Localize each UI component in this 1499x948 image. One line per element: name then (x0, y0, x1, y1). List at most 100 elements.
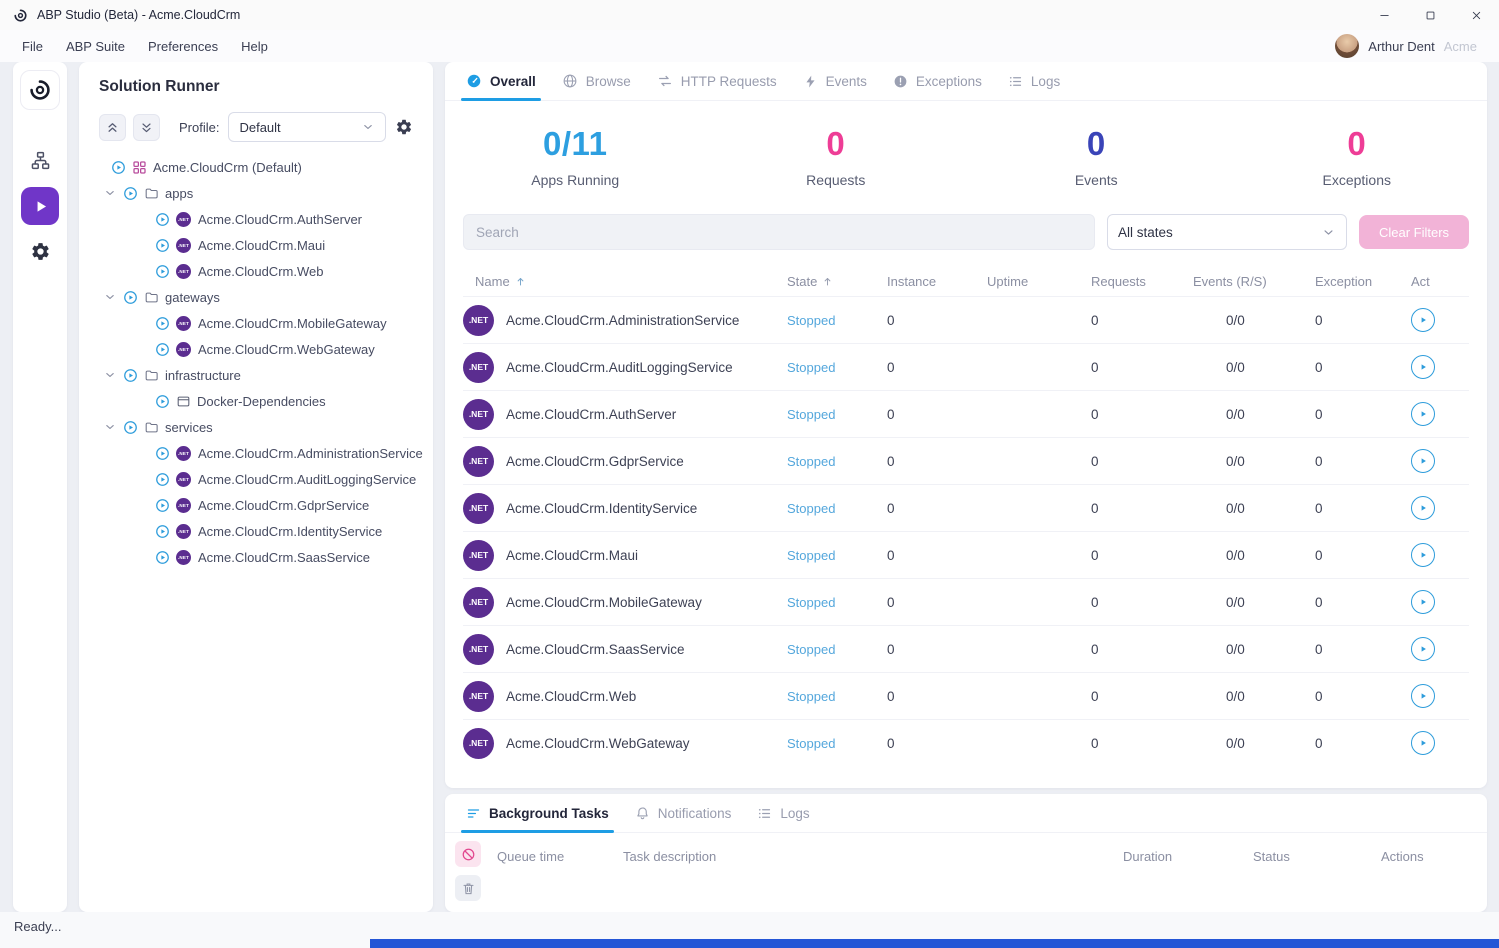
run-app-icon[interactable] (155, 394, 170, 409)
bell-icon (635, 806, 650, 821)
minimize-button[interactable] (1361, 0, 1407, 30)
main-tab-bar: Overall Browse HTTP Requests Events Exce… (445, 62, 1487, 101)
run-app-icon[interactable] (155, 472, 170, 487)
tree-folder-gateways[interactable]: gateways (91, 284, 421, 310)
expand-all-button[interactable] (133, 114, 160, 141)
profile-select[interactable]: Default (228, 112, 386, 142)
tab-exceptions[interactable]: Exceptions (880, 62, 995, 100)
chevron-down-icon (361, 120, 375, 134)
instance-value: 0 (887, 313, 987, 328)
menu-preferences[interactable]: Preferences (148, 39, 218, 54)
tree-item-app[interactable]: .NET Acme.CloudCrm.Maui (91, 232, 421, 258)
run-app-icon[interactable] (155, 446, 170, 461)
tree-item-app[interactable]: .NET Acme.CloudCrm.AuthServer (91, 206, 421, 232)
start-app-button[interactable] (1411, 684, 1435, 708)
start-app-button[interactable] (1411, 355, 1435, 379)
chevron-down-icon (1321, 225, 1336, 240)
run-all-icon[interactable] (111, 160, 126, 175)
chevron-down-icon[interactable] (103, 420, 117, 434)
user-menu[interactable]: Arthur Dent Acme (1335, 34, 1477, 58)
tree-item-app[interactable]: .NET Acme.CloudCrm.MobileGateway (91, 310, 421, 336)
run-folder-icon[interactable] (123, 368, 138, 383)
run-app-icon[interactable] (155, 264, 170, 279)
run-app-icon[interactable] (155, 342, 170, 357)
tree-folder-apps[interactable]: apps (91, 180, 421, 206)
collapse-all-button[interactable] (99, 114, 126, 141)
settings-button[interactable] (30, 241, 51, 262)
start-app-button[interactable] (1411, 496, 1435, 520)
tab-http-requests[interactable]: HTTP Requests (644, 62, 790, 100)
solution-runner-button[interactable] (21, 187, 59, 225)
clear-tasks-button[interactable] (455, 875, 481, 901)
column-header-state[interactable]: State (787, 274, 887, 289)
tree-folder-infrastructure[interactable]: infrastructure (91, 362, 421, 388)
column-header-uptime: Uptime (987, 274, 1091, 289)
stat-value: 0 (706, 125, 967, 163)
globe-icon (562, 73, 578, 89)
column-header-requests: Requests (1091, 274, 1193, 289)
tree-item-label: infrastructure (165, 368, 241, 383)
state-filter-value: All states (1118, 225, 1173, 240)
start-app-button[interactable] (1411, 308, 1435, 332)
solution-explorer-button[interactable] (30, 150, 51, 171)
tab-events[interactable]: Events (790, 62, 880, 100)
close-button[interactable] (1453, 0, 1499, 30)
state-filter-select[interactable]: All states (1107, 214, 1347, 250)
chevron-down-icon[interactable] (103, 186, 117, 200)
chevron-down-icon[interactable] (103, 290, 117, 304)
run-folder-icon[interactable] (123, 186, 138, 201)
menu-file[interactable]: File (22, 39, 43, 54)
start-app-button[interactable] (1411, 449, 1435, 473)
menu-abp-suite[interactable]: ABP Suite (66, 39, 125, 54)
tree-item-app[interactable]: .NET Acme.CloudCrm.AdministrationService (91, 440, 421, 466)
tab-logs[interactable]: Logs (995, 62, 1073, 100)
run-folder-icon[interactable] (123, 420, 138, 435)
events-value: 0/0 (1193, 407, 1315, 422)
tree-item-solution-root[interactable]: Acme.CloudCrm (Default) (91, 154, 421, 180)
start-app-button[interactable] (1411, 590, 1435, 614)
run-app-icon[interactable] (155, 212, 170, 227)
tree-folder-services[interactable]: services (91, 414, 421, 440)
tree-item-docker[interactable]: Docker-Dependencies (91, 388, 421, 414)
tree-item-app[interactable]: .NET Acme.CloudCrm.AuditLoggingService (91, 466, 421, 492)
app-name: Acme.CloudCrm.AdministrationService (506, 313, 739, 328)
menu-help[interactable]: Help (241, 39, 268, 54)
column-header-name[interactable]: Name (463, 274, 787, 289)
tab-overall[interactable]: Overall (453, 62, 549, 100)
tree-item-label: Acme.CloudCrm.Maui (198, 238, 325, 253)
tab-notifications[interactable]: Notifications (622, 794, 745, 832)
run-app-icon[interactable] (155, 524, 170, 539)
start-app-button[interactable] (1411, 543, 1435, 567)
avatar[interactable] (1335, 34, 1359, 58)
tab-browse[interactable]: Browse (549, 62, 644, 100)
tab-label: Notifications (658, 806, 732, 821)
tab-bottom-logs[interactable]: Logs (744, 794, 822, 832)
tree-item-app[interactable]: .NET Acme.CloudCrm.WebGateway (91, 336, 421, 362)
run-folder-icon[interactable] (123, 290, 138, 305)
start-app-button[interactable] (1411, 402, 1435, 426)
profile-settings-button[interactable] (395, 118, 413, 136)
table-row: .NETAcme.CloudCrm.MobileGateway Stopped … (463, 578, 1469, 625)
search-input[interactable] (463, 214, 1095, 250)
clear-filters-button[interactable]: Clear Filters (1359, 215, 1469, 249)
taskbar-strip (370, 939, 1499, 948)
instance-value: 0 (887, 407, 987, 422)
events-value: 0/0 (1193, 689, 1315, 704)
run-app-icon[interactable] (155, 550, 170, 565)
app-name: Acme.CloudCrm.MobileGateway (506, 595, 702, 610)
tree-item-app[interactable]: .NET Acme.CloudCrm.IdentityService (91, 518, 421, 544)
exceptions-value: 0 (1315, 548, 1411, 563)
run-app-icon[interactable] (155, 316, 170, 331)
maximize-button[interactable] (1407, 0, 1453, 30)
run-app-icon[interactable] (155, 238, 170, 253)
tree-item-app[interactable]: .NET Acme.CloudCrm.Web (91, 258, 421, 284)
tab-background-tasks[interactable]: Background Tasks (453, 794, 622, 832)
run-app-icon[interactable] (155, 498, 170, 513)
column-header-task-description: Task description (623, 849, 1123, 864)
start-app-button[interactable] (1411, 731, 1435, 755)
tree-item-app[interactable]: .NET Acme.CloudCrm.GdprService (91, 492, 421, 518)
tree-item-app[interactable]: .NET Acme.CloudCrm.SaasService (91, 544, 421, 570)
start-app-button[interactable] (1411, 637, 1435, 661)
cancel-tasks-button[interactable] (455, 841, 481, 867)
chevron-down-icon[interactable] (103, 368, 117, 382)
